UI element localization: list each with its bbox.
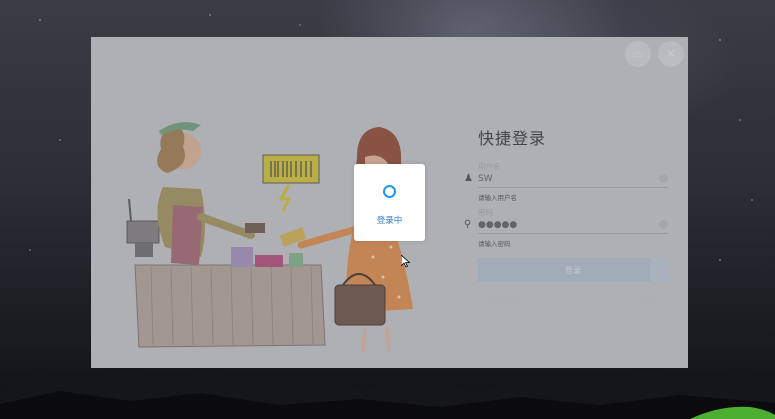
tent-light	[690, 406, 775, 419]
loading-text: 登录中	[376, 216, 403, 226]
loading-toast: 登录中	[354, 164, 425, 241]
mouse-cursor-icon	[401, 255, 410, 268]
loading-spinner-icon	[383, 185, 396, 198]
